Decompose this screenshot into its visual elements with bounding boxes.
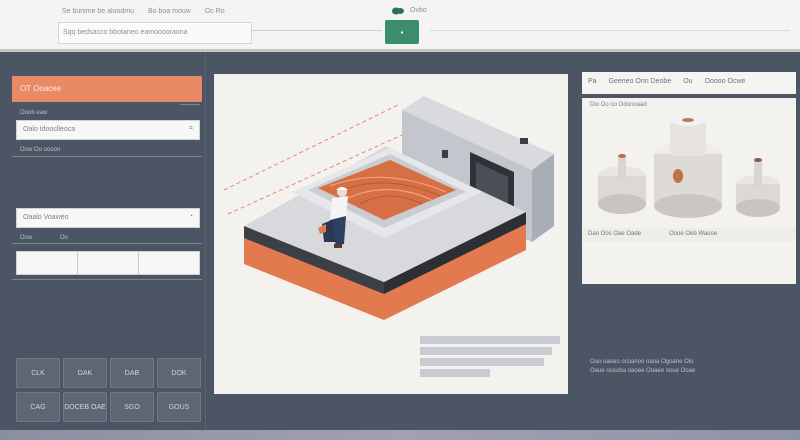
header-item-2[interactable]: Geeneo Onn Deobe	[609, 78, 672, 88]
component-illustration	[598, 114, 780, 218]
cloud-icon	[392, 7, 404, 15]
description-text: Oao oaoao ocoanoo oaoa Ogoane Olo Oaue o…	[590, 358, 695, 376]
toolbar-divider	[430, 30, 790, 31]
range-min-cell[interactable]	[17, 252, 78, 274]
bottom-strip	[0, 430, 800, 440]
machine-button-2	[520, 138, 528, 144]
thumbnail-info-bar: Dao Oos Oae Oade Oooe Oeb Waooe	[582, 228, 796, 242]
field-1-label: Ooob eaw	[20, 110, 48, 116]
header-item-4[interactable]: Ooooo Ocwe	[705, 78, 746, 88]
info-line-3	[420, 358, 544, 366]
top-toolbar: Se bunime be aloodmu Bo boa mouw Oc Ro S…	[0, 0, 800, 52]
keypad-button-8[interactable]: GOUS	[157, 392, 201, 422]
range-label-b: Oo	[60, 235, 69, 241]
tab-2[interactable]: Bo boa mouw	[144, 6, 195, 20]
keypad: CLK DAK DAB DOK CAG DOCEB OAE SGO GOUS	[16, 358, 202, 424]
tab-3[interactable]: Oc Ro	[201, 6, 229, 20]
info-bar-left: Dao Oos Oae Oade	[588, 231, 642, 237]
keypad-button-1[interactable]: CLK	[16, 358, 60, 388]
tab-strip: Se bunime be aloodmu Bo boa mouw Oc Ro	[58, 6, 229, 20]
toolbar-label: Ovbo	[410, 7, 427, 14]
left-panel: OT Ooacee Ooob eaw Oalo Idooclleoca ⌗ Oo…	[0, 52, 206, 440]
search-icon[interactable]: ◔	[189, 213, 193, 220]
keypad-button-7[interactable]: SGO	[110, 392, 154, 422]
info-line-2	[420, 347, 552, 355]
info-lines	[420, 336, 560, 380]
keypad-button-6[interactable]: DOCEB OAE	[63, 392, 107, 422]
description-line-1: Oao oaoao ocoanoo oaoa Ogoane Olo	[590, 359, 694, 365]
info-line-4	[420, 369, 490, 377]
dropdown-icon[interactable]: ⌗	[189, 125, 193, 133]
thumbnail-caption: Dio Oo oo Odonoaad	[590, 102, 647, 108]
go-button[interactable]: ▪	[385, 20, 419, 44]
product-thumbnail[interactable]: Dio Oo oo Odonoaad	[582, 98, 796, 284]
field-1-value: Oalo Idooclleoca	[23, 126, 76, 133]
info-bar-right: Oooe Oeb Waooe	[669, 231, 718, 237]
field-2-value: Oaalo Voaweo	[23, 214, 69, 221]
machine-button-1	[442, 150, 448, 158]
field-2-input[interactable]: Oaalo Voaweo ◔	[16, 208, 200, 228]
range-bottom-divider	[12, 279, 202, 280]
section-divider	[12, 156, 202, 157]
range-input[interactable]	[16, 251, 200, 275]
info-line-1	[420, 336, 560, 344]
keypad-button-5[interactable]: CAG	[16, 392, 60, 422]
panel-header: OT Ooacee	[12, 76, 202, 102]
address-divider	[252, 30, 382, 31]
address-input[interactable]: Sqq bedsacco bbotaneo eamooooraona	[58, 22, 252, 44]
preview-canvas[interactable]	[214, 74, 568, 394]
header-item-1[interactable]: Pa	[588, 78, 597, 88]
keypad-button-2[interactable]: DAK	[63, 358, 107, 388]
header-divider	[180, 104, 200, 105]
keypad-button-3[interactable]: DAB	[110, 358, 154, 388]
right-panel-header: Pa Geeneo Onn Deobe Ou Ooooo Ocwe	[582, 72, 796, 94]
right-panel: Pa Geeneo Onn Deobe Ou Ooooo Ocwe Dio Oo…	[578, 52, 800, 440]
description-line-2: Oaue oceoba oaoee Ooaee ooue Ooae	[590, 368, 696, 374]
field-2-label: Oow Oo oooon	[20, 147, 61, 153]
header-item-3[interactable]: Ou	[683, 78, 692, 88]
range-label-a: Oow	[20, 235, 33, 241]
range-divider	[12, 243, 202, 244]
field-1-input[interactable]: Oalo Idooclleoca ⌗	[16, 120, 200, 140]
range-max-cell[interactable]	[139, 252, 199, 274]
keypad-button-4[interactable]: DOK	[157, 358, 201, 388]
tab-1[interactable]: Se bunime be aloodmu	[58, 6, 138, 20]
range-mid-cell[interactable]	[78, 252, 139, 274]
